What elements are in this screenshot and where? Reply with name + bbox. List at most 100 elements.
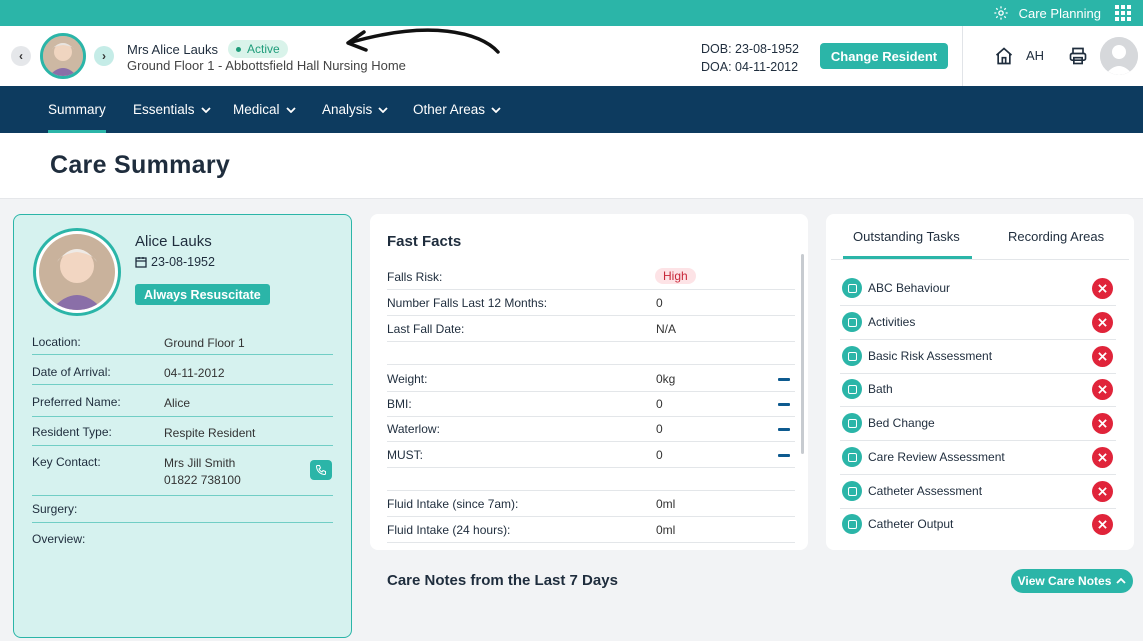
fact-falls-risk: Falls Risk: xyxy=(387,270,795,284)
header-location: Ground Floor 1 - Abbottsfield Hall Nursi… xyxy=(127,58,406,73)
task-icon xyxy=(842,447,862,467)
doa-text: DOA: 04-11-2012 xyxy=(701,60,799,74)
header-resident-name: Mrs Alice Lauks Active xyxy=(127,40,288,58)
view-care-notes-button[interactable]: View Care Notes xyxy=(1011,569,1133,593)
care-notes-title: Care Notes from the Last 7 Days xyxy=(387,572,618,589)
row-label: Surgery: xyxy=(32,502,78,516)
nav-essentials[interactable]: Essentials xyxy=(133,86,211,133)
task-icon xyxy=(842,346,862,366)
fact-label: Number Falls Last 12 Months: xyxy=(387,296,548,310)
task-item-catheter-output[interactable]: Catheter Output xyxy=(840,509,1116,542)
task-item-bed-change[interactable]: Bed Change xyxy=(840,408,1116,441)
minus-icon[interactable] xyxy=(778,454,790,457)
call-contact-button[interactable] xyxy=(310,460,332,480)
fast-facts-title: Fast Facts xyxy=(387,233,462,250)
title-band: Care Summary xyxy=(0,133,1143,199)
fact-label: BMI: xyxy=(387,397,412,411)
app-label[interactable]: Care Planning xyxy=(1019,6,1101,21)
row-label: Key Contact: xyxy=(32,455,101,469)
tasks-card: Outstanding Tasks Recording Areas ABC Be… xyxy=(826,214,1134,550)
gear-icon[interactable] xyxy=(993,5,1009,21)
task-icon xyxy=(842,413,862,433)
nav-analysis[interactable]: Analysis xyxy=(322,86,388,133)
close-icon[interactable] xyxy=(1092,481,1113,502)
fact-falls-count: Number Falls Last 12 Months: 0 xyxy=(387,296,795,310)
phone-icon xyxy=(315,465,326,476)
next-resident-icon[interactable]: › xyxy=(94,46,114,66)
resident-avatar xyxy=(40,33,86,79)
nav-summary[interactable]: Summary xyxy=(48,86,106,133)
apps-grid-icon[interactable] xyxy=(1115,5,1131,21)
nav-medical[interactable]: Medical xyxy=(233,86,296,133)
previous-resident-icon[interactable]: ‹ xyxy=(11,46,31,66)
minus-icon[interactable] xyxy=(778,428,790,431)
fact-label: Waterlow: xyxy=(387,422,440,436)
fact-label: Weight: xyxy=(387,372,428,386)
fact-value: 0 xyxy=(656,397,663,411)
profile-name: Alice Lauks xyxy=(135,233,212,250)
nav-other-areas[interactable]: Other Areas xyxy=(413,86,501,133)
date-info: DOB: 23-08-1952 DOA: 04-11-2012 xyxy=(701,40,799,76)
facts-scrollbar[interactable] xyxy=(801,254,804,454)
tab-recording-areas[interactable]: Recording Areas xyxy=(1008,229,1104,244)
row-label: Date of Arrival: xyxy=(32,365,111,379)
falls-risk-badge: High xyxy=(655,268,696,284)
task-item-basic-risk-assessment[interactable]: Basic Risk Assessment xyxy=(840,341,1116,374)
user-avatar[interactable] xyxy=(1100,37,1138,75)
fact-waterlow: Waterlow: 0 xyxy=(387,422,795,436)
status-text: Active xyxy=(247,42,280,56)
task-icon xyxy=(842,312,862,332)
task-label: Basic Risk Assessment xyxy=(868,349,993,363)
task-item-care-review-assessment[interactable]: Care Review Assessment xyxy=(840,442,1116,475)
fact-fluid-24h: Fluid Intake (24 hours): 0ml xyxy=(387,523,795,537)
task-item-bath[interactable]: Bath xyxy=(840,374,1116,407)
close-icon[interactable] xyxy=(1092,379,1113,400)
chevron-down-icon xyxy=(378,106,388,113)
header-divider xyxy=(962,26,963,86)
chevron-up-icon xyxy=(1116,578,1127,584)
task-item-abc-behaviour[interactable]: ABC Behaviour xyxy=(840,273,1116,306)
home-icon[interactable] xyxy=(994,46,1014,66)
page-title: Care Summary xyxy=(50,151,231,179)
user-initials[interactable]: AH xyxy=(1026,48,1044,63)
tab-outstanding-tasks[interactable]: Outstanding Tasks xyxy=(853,229,960,244)
profile-dob-text: 23-08-1952 xyxy=(151,255,215,269)
close-icon[interactable] xyxy=(1092,278,1113,299)
close-icon[interactable] xyxy=(1092,514,1113,535)
task-label: ABC Behaviour xyxy=(868,281,951,295)
fact-last-fall: Last Fall Date: N/A xyxy=(387,322,795,336)
minus-icon[interactable] xyxy=(778,378,790,381)
change-resident-button[interactable]: Change Resident xyxy=(820,43,948,69)
view-care-notes-label: View Care Notes xyxy=(1017,574,1112,588)
fact-value: 0 xyxy=(656,422,663,436)
nav-other-areas-label: Other Areas xyxy=(413,102,486,117)
row-label: Location: xyxy=(32,335,81,349)
minus-icon[interactable] xyxy=(778,403,790,406)
task-item-activities[interactable]: Activities xyxy=(840,307,1116,340)
tab-divider xyxy=(831,259,1129,260)
chevron-down-icon xyxy=(200,106,211,113)
dob-text: DOB: 23-08-1952 xyxy=(701,42,799,56)
close-icon[interactable] xyxy=(1092,413,1113,434)
row-label: Overview: xyxy=(32,532,86,546)
row-value-phone: 01822 738100 xyxy=(164,473,241,487)
status-badge: Active xyxy=(228,40,288,58)
task-icon xyxy=(842,379,862,399)
task-item-catheter-assessment[interactable]: Catheter Assessment xyxy=(840,476,1116,509)
task-label: Bath xyxy=(868,382,893,396)
fact-value: 0ml xyxy=(656,497,676,511)
fact-label: Last Fall Date: xyxy=(387,322,465,336)
task-icon xyxy=(842,514,862,534)
row-value: Alice xyxy=(164,396,191,410)
close-icon[interactable] xyxy=(1092,312,1113,333)
printer-icon[interactable] xyxy=(1068,46,1088,66)
close-icon[interactable] xyxy=(1092,346,1113,367)
row-label: Resident Type: xyxy=(32,425,112,439)
fact-label: MUST: xyxy=(387,448,423,462)
fast-facts-card: Fast Facts Falls Risk: High Number Falls… xyxy=(370,214,808,550)
row-value: Mrs Jill Smith xyxy=(164,456,236,470)
task-label: Care Review Assessment xyxy=(868,450,1005,464)
nav-essentials-label: Essentials xyxy=(133,102,195,117)
close-icon[interactable] xyxy=(1092,447,1113,468)
task-label: Activities xyxy=(868,315,916,329)
